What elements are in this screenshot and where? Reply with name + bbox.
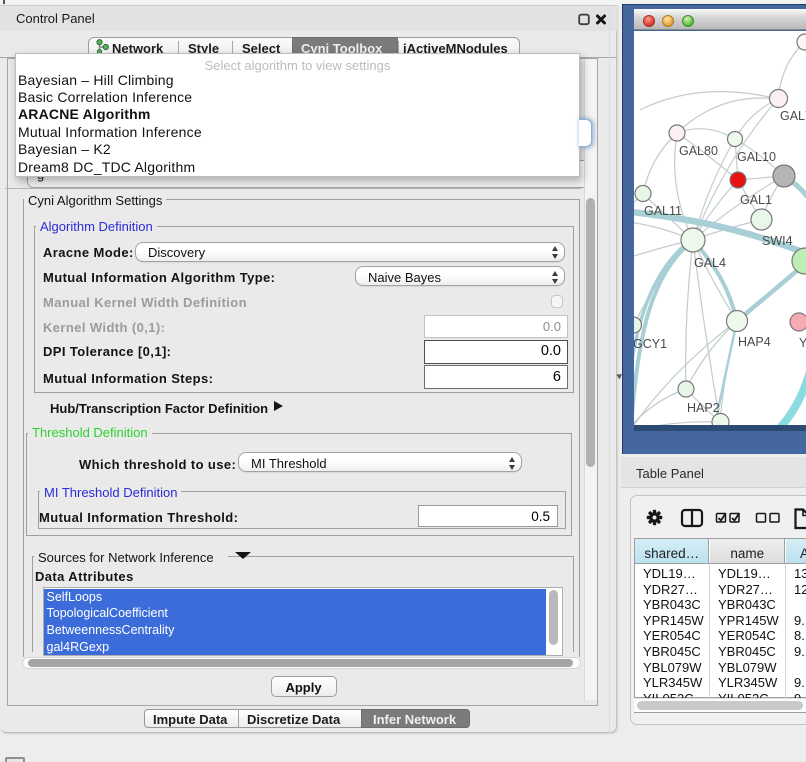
svg-text:GAL11: GAL11: [644, 204, 682, 218]
svg-text:HAP4: HAP4: [738, 335, 771, 349]
svg-text:YM: YM: [799, 336, 806, 350]
svg-text:GAL7: GAL7: [780, 109, 806, 123]
svg-text:GAL4: GAL4: [694, 256, 726, 270]
svg-text:HAP2: HAP2: [687, 401, 720, 415]
svg-text:GAL10: GAL10: [737, 150, 776, 164]
svg-text:GCY1: GCY1: [634, 337, 667, 351]
svg-text:GAL1: GAL1: [740, 193, 772, 207]
svg-text:GAL80: GAL80: [679, 144, 718, 158]
svg-text:SWI4: SWI4: [762, 234, 793, 248]
